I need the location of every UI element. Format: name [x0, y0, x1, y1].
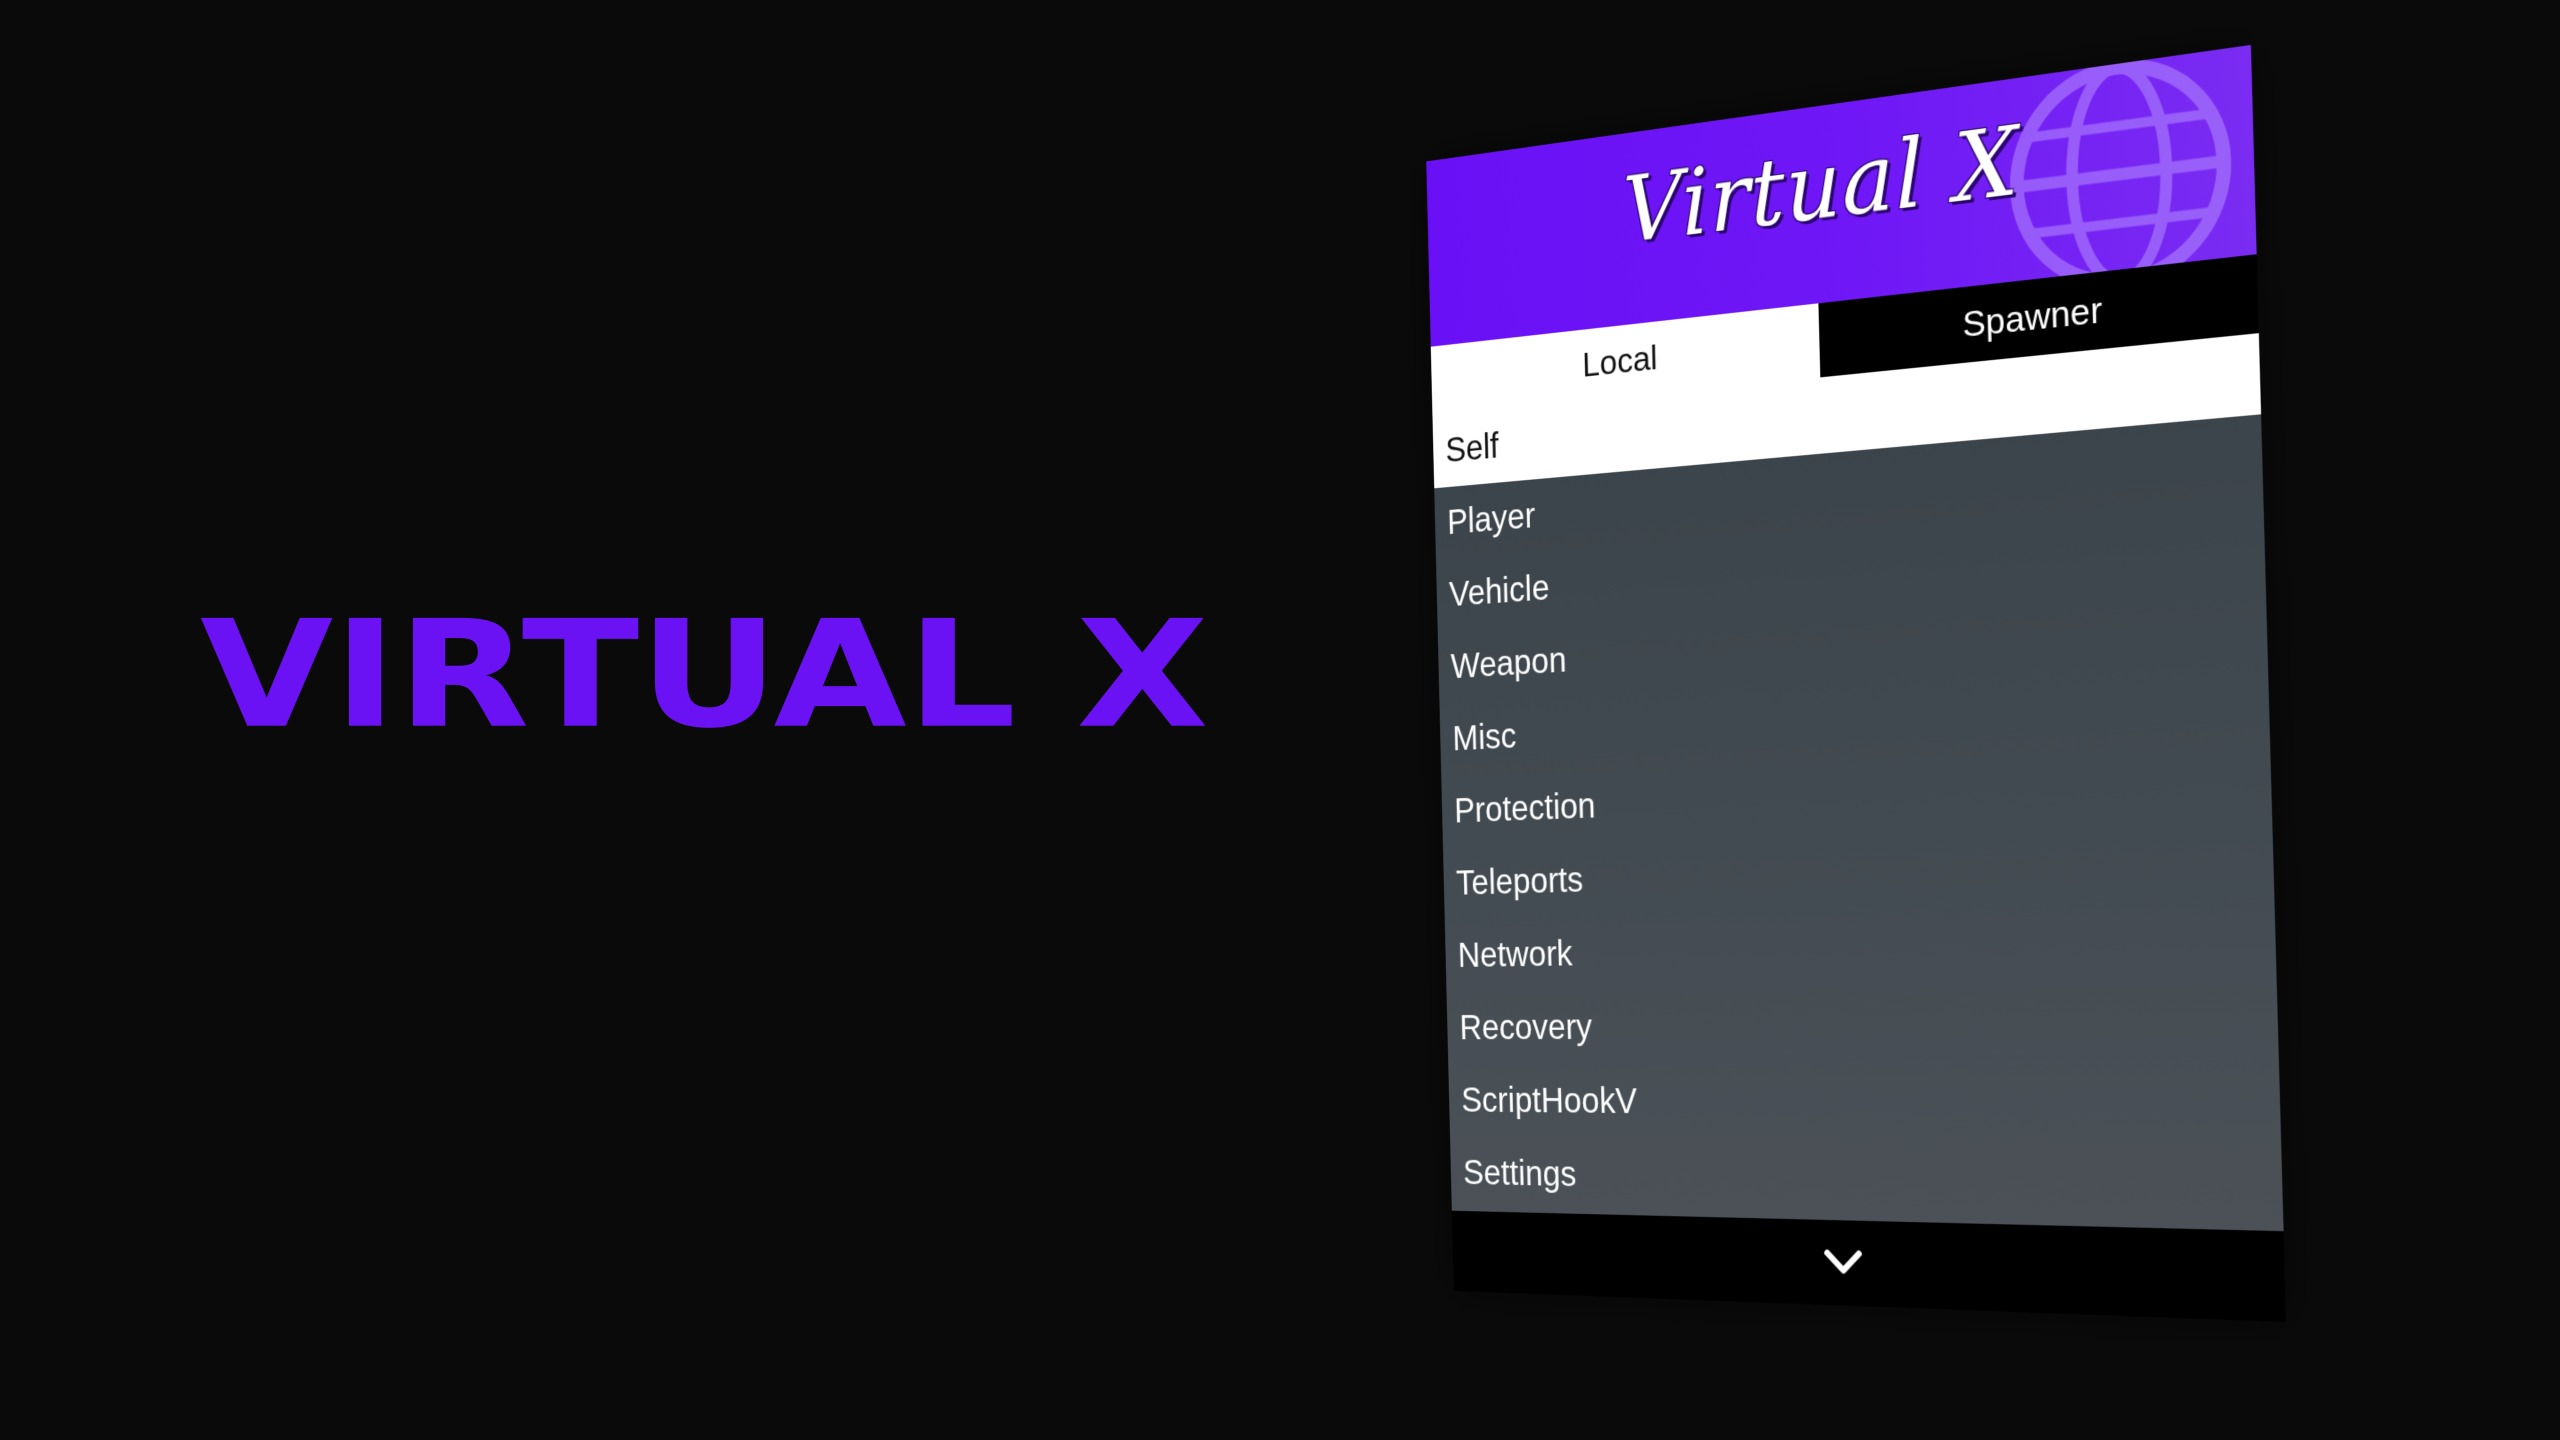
menu-item-list: Self Player Vehicle Weapon Misc Protecti… [1432, 333, 2284, 1232]
menu-item-recovery[interactable]: Recovery [1447, 984, 2280, 1066]
menu-item-scripthookv[interactable]: ScriptHookV [1448, 1064, 2281, 1147]
menu-footer[interactable] [1451, 1210, 2287, 1323]
brand-wordmark: VIRTUAL X [200, 588, 1209, 761]
stage: VIRTUAL X Virtual X Local Spawner Self P [0, 0, 2560, 1440]
chevron-down-icon[interactable] [1821, 1246, 1865, 1279]
menu-wrapper: Virtual X Local Spawner Self Player Vehi… [1426, 44, 2320, 1323]
mod-menu: Virtual X Local Spawner Self Player Vehi… [1426, 44, 2287, 1323]
